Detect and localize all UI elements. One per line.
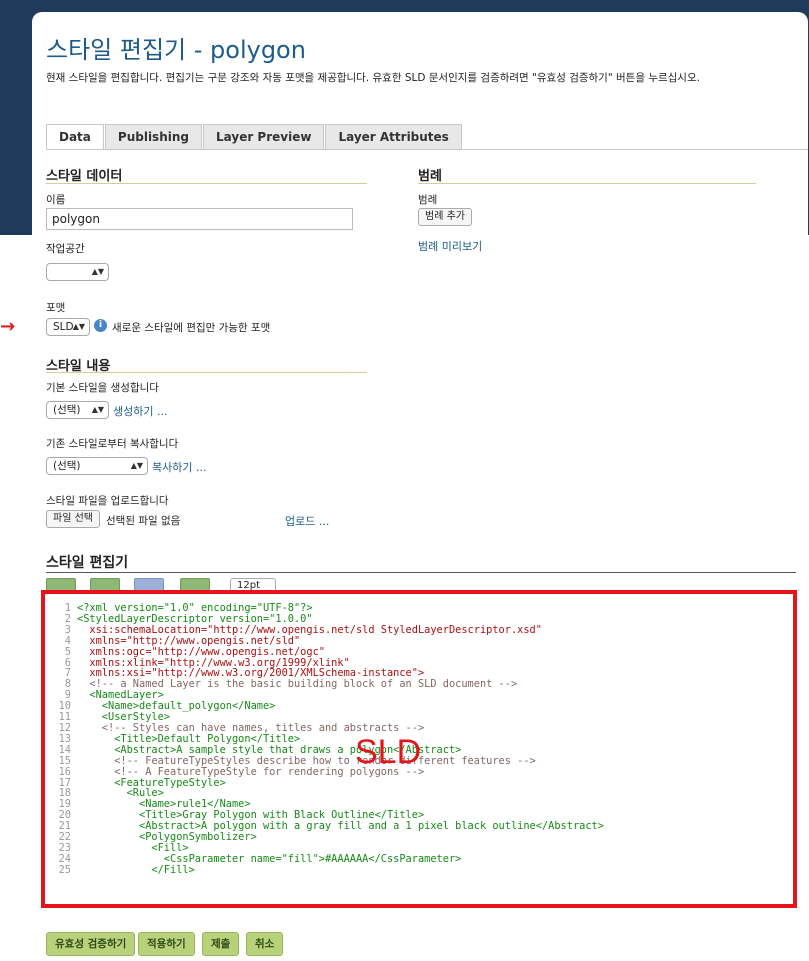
workspace-select[interactable]: ▲▼ (46, 263, 109, 281)
name-label: 이름 (46, 194, 66, 206)
red-arrow-marker: → (0, 316, 16, 337)
line-number: 5 (64, 645, 71, 658)
sld-annotation: SLD (355, 733, 422, 771)
page-title: 스타일 편집기 - polygon (46, 36, 306, 64)
code-area[interactable]: 1 <?xml version="1.0" encoding="UTF-8"?> 2… (51, 603, 604, 876)
style-content-rule (46, 372, 367, 373)
line-number: 7 (64, 667, 71, 680)
name-input[interactable]: polygon (46, 208, 353, 230)
copy-link[interactable]: 복사하기 ... (152, 459, 206, 475)
generate-select-value: (선택) (53, 404, 81, 416)
line-number: 4 (64, 634, 71, 647)
style-editor-rule (46, 572, 796, 573)
apply-button[interactable]: 적용하기 (138, 932, 195, 956)
line-number: 25 (58, 863, 71, 876)
format-select-value: SLD (53, 321, 74, 333)
tab-publishing[interactable]: Publishing (104, 124, 202, 149)
generate-label: 기본 스타일을 생성합니다 (46, 382, 159, 394)
generate-link[interactable]: 생성하기 ... (113, 403, 167, 419)
legend-label: 범례 (418, 194, 438, 206)
line-number: 6 (64, 656, 71, 669)
chevron-updown-icon: ▲▼ (91, 267, 104, 276)
chevron-updown-icon: ▲▼ (91, 405, 104, 414)
format-select[interactable]: SLD ▲▼ (46, 318, 90, 336)
tab-bar: Data Publishing Layer Preview Layer Attr… (46, 124, 463, 149)
legend-preview-link[interactable]: 범례 미리보기 (418, 238, 482, 254)
line-number: 3 (64, 623, 71, 636)
code-line[interactable]: 25 </Fill> (51, 863, 604, 876)
submit-button[interactable]: 제출 (202, 932, 240, 956)
style-data-rule (46, 183, 367, 184)
workspace-label: 작업공간 (46, 243, 85, 255)
format-note: 새로운 스타일에 편집만 가능한 포맷 (112, 322, 271, 334)
generate-select[interactable]: (선택) ▲▼ (46, 401, 109, 419)
copy-select-value: (선택) (53, 460, 81, 472)
code-text: </Fill> (77, 863, 195, 876)
cancel-button[interactable]: 취소 (246, 932, 284, 956)
page-description: 현재 스타일을 편집합니다. 편집기는 구문 강조와 자동 포맷을 제공합니다.… (46, 72, 700, 84)
tab-data[interactable]: Data (46, 124, 104, 149)
add-legend-button[interactable]: 범례 추가 (418, 208, 472, 226)
chevron-updown-icon: ▲▼ (72, 322, 85, 331)
format-label: 포맷 (46, 302, 66, 314)
copy-select[interactable]: (선택) ▲▼ (46, 457, 148, 475)
line-number: 15 (58, 754, 71, 767)
upload-label: 스타일 파일을 업로드합니다 (46, 495, 169, 507)
choose-file-button[interactable]: 파일 선택 (46, 510, 100, 528)
style-data-heading: 스타일 데이터 (46, 169, 123, 184)
tab-divider (46, 149, 808, 150)
copy-label: 기존 스타일로부터 복사합니다 (46, 438, 179, 450)
tab-layer-attributes[interactable]: Layer Attributes (325, 124, 462, 149)
style-editor-heading: 스타일 편집기 (46, 555, 129, 571)
legend-rule (418, 183, 756, 184)
legend-heading: 범례 (418, 169, 442, 184)
info-icon: i (94, 319, 107, 332)
line-number: 16 (58, 765, 71, 778)
validate-button[interactable]: 유효성 검증하기 (46, 932, 136, 956)
file-status: 선택된 파일 없음 (106, 515, 181, 527)
upload-link[interactable]: 업로드 ... (285, 513, 329, 529)
line-number: 2 (64, 612, 71, 625)
chevron-updown-icon: ▲▼ (130, 461, 143, 470)
line-number: 8 (64, 678, 71, 691)
tab-layer-preview[interactable]: Layer Preview (203, 124, 325, 149)
line-number: 1 (64, 602, 71, 614)
